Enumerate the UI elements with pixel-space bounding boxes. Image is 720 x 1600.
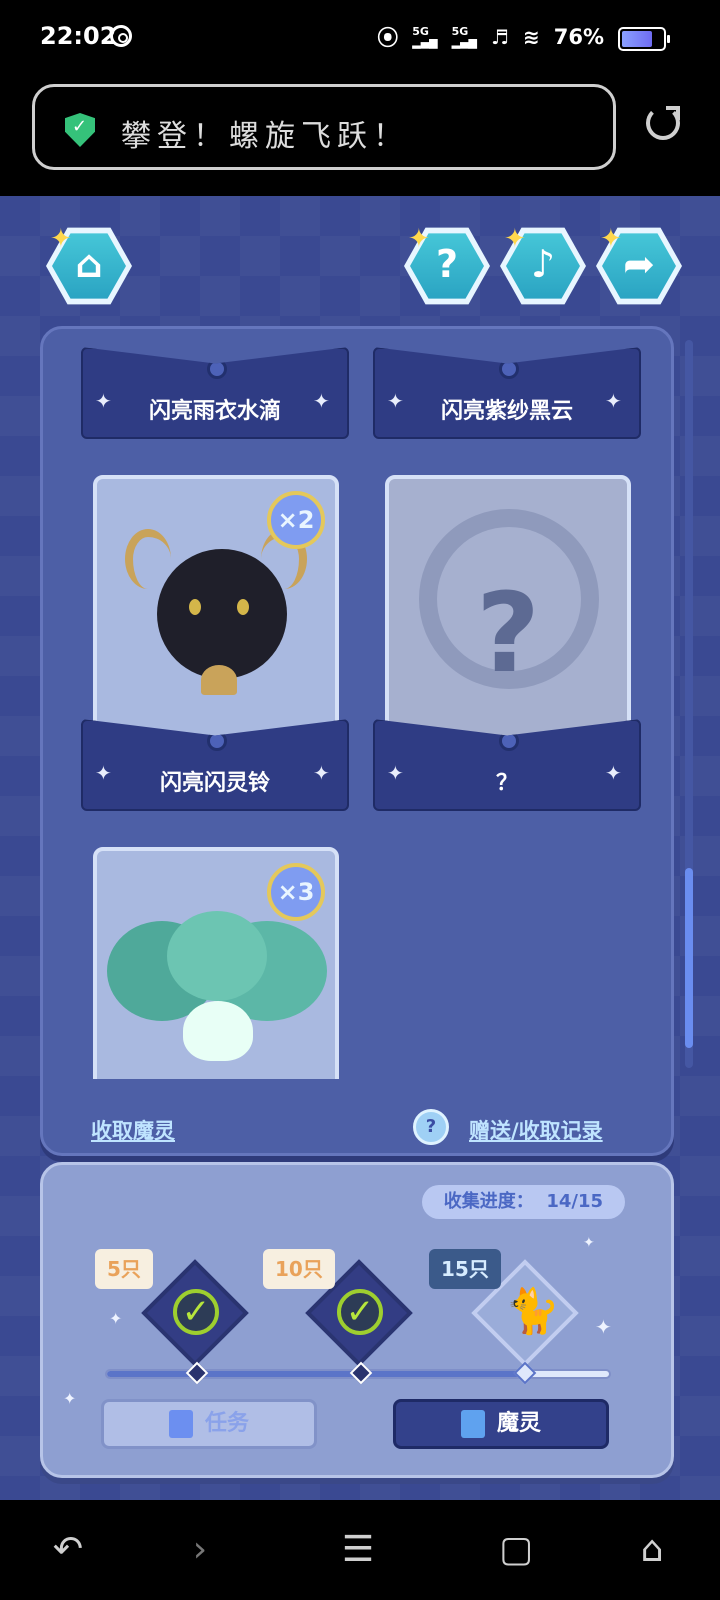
card-grid[interactable]: ✦ ✦ 闪亮雨衣水滴 ✦ ✦ 闪亮紫纱黑云 ×2 ✦ ✦ 闪亮闪灵铃 ? ✦ ✦…	[43, 339, 671, 1079]
task-button-label: 任务	[204, 1411, 249, 1436]
signal-icon-2: 5G ▂▄▆	[451, 25, 478, 49]
scrollbar[interactable]	[685, 340, 693, 1068]
share-button[interactable]: ➦ ✦	[596, 224, 682, 306]
location-icon: ⦿	[377, 26, 399, 50]
gift-record-link[interactable]: 赠送/收取记录	[469, 1115, 603, 1145]
card-name: 闪亮雨衣水滴	[148, 399, 281, 424]
card-image-locked: ?	[385, 475, 631, 755]
progress-label: 收集进度： 14/15	[421, 1185, 625, 1219]
question-mark-icon: ?	[476, 569, 540, 697]
card-image: ×3	[93, 847, 339, 1079]
progress-caption: 收集进度：	[443, 1191, 534, 1212]
count-badge: ×3	[267, 863, 325, 921]
progress-value: 14/15	[546, 1191, 603, 1212]
forward-icon[interactable]: ›	[178, 1528, 222, 1572]
progress-node	[185, 1361, 209, 1385]
progress-node	[349, 1361, 373, 1385]
back-icon[interactable]: ↶	[46, 1528, 90, 1572]
reload-icon[interactable]	[646, 106, 680, 140]
signal-icon-1: 5G ▂▄▆	[412, 25, 438, 49]
spirit-button-label: 魔灵	[496, 1411, 541, 1436]
sync-icon	[110, 25, 132, 47]
battery-icon	[618, 27, 670, 51]
browser-bar: 攀登！螺旋飞跃！	[0, 76, 720, 196]
sparkle-icon: ✦	[408, 224, 430, 254]
task-button[interactable]: 任务	[101, 1399, 317, 1449]
folder-icon	[460, 1410, 485, 1438]
progress-fill	[107, 1371, 524, 1377]
help-button[interactable]: ? ✦	[404, 224, 490, 306]
card-name: 闪亮闪灵铃	[159, 771, 270, 796]
collection-progress-panel: 收集进度： 14/15 ✓ 5只 ✓ 10只 🐈 15只 ✦ ✦ ✦ ✦ 任务	[40, 1162, 674, 1478]
spirit-button[interactable]: 魔灵	[393, 1399, 609, 1449]
count-badge: ×2	[267, 491, 325, 549]
status-bar: 22:02 ⦿ 5G ▂▄▆ 5G ▂▄▆ ♬ ≋ 76%	[0, 0, 720, 76]
scrollbar-thumb[interactable]	[685, 868, 693, 1048]
sparkle-icon: ✦	[504, 224, 526, 254]
progress-node	[513, 1361, 537, 1385]
info-icon: ?	[413, 1109, 449, 1145]
tabs-icon[interactable]: ▢	[494, 1528, 538, 1572]
game-area: ⌂ ✦ ? ✦ ♪ ✦ ➦ ✦ ✦ ✦ 闪亮雨衣水滴 ✦ ✦ 闪亮紫纱黑云 ×2…	[0, 196, 720, 1500]
sparkle-icon: ✦	[50, 224, 72, 254]
sparkle-icon: ✦	[583, 1235, 595, 1251]
page-title: 攀登！螺旋飞跃！	[121, 119, 409, 154]
milestone-tag: 10只	[263, 1249, 335, 1289]
navigation-bar: ↶ › ☰ ▢ ⌂	[0, 1500, 720, 1600]
sparkle-icon: ✦	[109, 1309, 123, 1328]
milestone-tag: 15只	[429, 1249, 501, 1289]
card-image: ×2	[93, 475, 339, 755]
title-bar[interactable]: 攀登！螺旋飞跃！	[32, 84, 616, 170]
checkmark-icon: ✓	[337, 1289, 383, 1335]
reward-cat-icon: 🐈	[505, 1286, 560, 1337]
sparkle-icon: ✦	[63, 1389, 77, 1408]
music-button[interactable]: ♪ ✦	[500, 224, 586, 306]
card-name: ？	[495, 771, 518, 796]
home-button[interactable]: ⌂ ✦	[46, 224, 132, 306]
wifi-icon: ≋	[522, 25, 540, 49]
sparkle-icon: ✦	[595, 1315, 612, 1339]
battery-percent: 76%	[553, 25, 604, 49]
sparkle-icon: ✦	[600, 224, 622, 254]
clock: 22:02	[40, 22, 117, 50]
home-nav-icon[interactable]: ⌂	[630, 1528, 674, 1572]
hotspot-icon: ♬	[491, 25, 509, 49]
checkmark-icon: ✓	[173, 1289, 219, 1335]
collection-panel: ✦ ✦ 闪亮雨衣水滴 ✦ ✦ 闪亮紫纱黑云 ×2 ✦ ✦ 闪亮闪灵铃 ? ✦ ✦…	[40, 326, 674, 1156]
document-icon	[168, 1410, 193, 1438]
collect-spirit-link[interactable]: 收取魔灵	[91, 1115, 175, 1145]
milestone-tag: 5只	[95, 1249, 153, 1289]
card-name: 闪亮紫纱黑云	[440, 399, 573, 424]
milestone-5[interactable]: ✓	[141, 1259, 249, 1367]
security-shield-icon	[65, 113, 95, 147]
menu-icon[interactable]: ☰	[336, 1528, 380, 1572]
